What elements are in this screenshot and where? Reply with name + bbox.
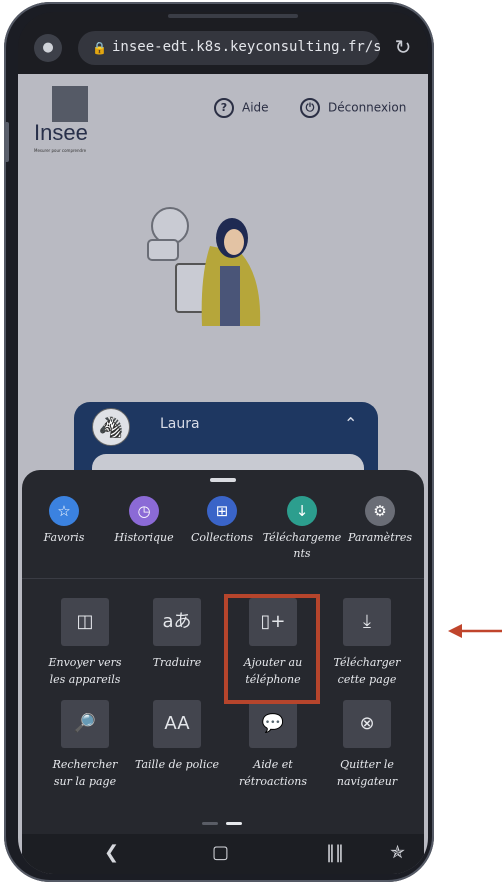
tile-send-to-devices[interactable]: ◫ Envoyer vers les appareils <box>38 598 132 688</box>
quick-action-favorites[interactable]: ☆ Favoris <box>24 496 104 546</box>
recents-icon[interactable]: ‖‖ <box>326 842 344 863</box>
translate-icon: aあ <box>153 598 201 646</box>
accessibility-icon[interactable]: ✯ <box>390 842 405 863</box>
insee-logo: Insee Mesurer pour comprendre <box>34 84 92 154</box>
collections-icon: ⊞ <box>207 496 237 526</box>
font-size-icon: AA <box>153 700 201 748</box>
tile-exit-browser[interactable]: ⊗ Quitter le navigateur <box>320 700 414 790</box>
tile-label: Envoyer vers les appareils <box>48 656 122 686</box>
page-dot <box>202 822 218 825</box>
quick-action-label: Téléchargeme nts <box>262 531 342 560</box>
tile-help-feedback[interactable]: 💬 Aide et rétroactions <box>226 700 320 790</box>
browser-toolbar: ● 🔒 insee-edt.k8s.keyconsulting.fr/surve… <box>18 24 428 74</box>
help-label: Aide <box>242 100 269 115</box>
logout-label: Déconnexion <box>328 100 407 115</box>
settings-icon: ⚙ <box>365 496 395 526</box>
chevron-up-icon[interactable]: ⌃ <box>344 414 357 433</box>
system-navbar: ❮ ▢ ‖‖ ✯ <box>22 834 424 874</box>
send-devices-icon: ◫ <box>61 598 109 646</box>
zebra-avatar-icon: 🦓 <box>92 408 130 446</box>
tile-label: Taille de police <box>134 758 220 771</box>
phone-frame: ● 🔒 insee-edt.k8s.keyconsulting.fr/surve… <box>4 2 434 882</box>
tile-label: Aide et rétroactions <box>238 758 308 788</box>
tile-label: Traduire <box>152 656 202 669</box>
tile-label: Rechercher sur la page <box>52 758 118 788</box>
find-in-page-icon: 🔎 <box>61 700 109 748</box>
back-icon[interactable]: ❮ <box>104 842 119 863</box>
quick-action-label: Paramètres <box>347 531 413 544</box>
tile-find-in-page[interactable]: 🔎 Rechercher sur la page <box>38 700 132 790</box>
reload-icon[interactable]: ↻ <box>388 32 418 62</box>
power-icon: ⏻ <box>300 98 320 118</box>
quick-action-collections[interactable]: ⊞ Collections <box>182 496 262 546</box>
quick-action-label: Collections <box>190 531 254 544</box>
highlight-box <box>224 594 320 704</box>
phone-screen: ● 🔒 insee-edt.k8s.keyconsulting.fr/surve… <box>18 12 428 874</box>
quick-action-history[interactable]: ◷ Historique <box>104 496 184 546</box>
tile-translate[interactable]: aあ Traduire <box>130 598 224 671</box>
url-text: insee-edt.k8s.keyconsulting.fr/surve <box>112 39 380 55</box>
logo-mark <box>52 86 88 122</box>
volume-button <box>4 122 9 162</box>
star-icon: ☆ <box>49 496 79 526</box>
account-icon[interactable]: ● <box>34 34 62 62</box>
lock-icon: 🔒 <box>92 41 107 55</box>
help-link[interactable]: ? Aide <box>214 98 269 120</box>
page-indicator <box>202 810 250 829</box>
download-icon: ↓ <box>287 496 317 526</box>
home-icon[interactable]: ▢ <box>212 842 229 863</box>
quick-action-settings[interactable]: ⚙ Paramètres <box>340 496 420 546</box>
divider <box>22 578 424 579</box>
tile-label: Quitter le navigateur <box>336 758 398 788</box>
pointer-arrow-icon <box>448 624 502 638</box>
exit-icon: ⊗ <box>343 700 391 748</box>
tile-label: Télécharger cette page <box>333 656 401 686</box>
logout-link[interactable]: ⏻ Déconnexion <box>300 98 406 120</box>
quick-action-label: Historique <box>114 531 174 544</box>
download-page-icon: ⤓ <box>343 598 391 646</box>
quick-action-label: Favoris <box>43 531 85 544</box>
woman-illustration <box>147 207 261 326</box>
drag-handle[interactable] <box>210 478 236 482</box>
quick-action-downloads[interactable]: ↓ Téléchargeme nts <box>262 496 342 562</box>
address-bar[interactable]: 🔒 insee-edt.k8s.keyconsulting.fr/surve <box>78 31 380 65</box>
browser-menu-sheet: ☆ Favoris ◷ Historique ⊞ Collections ↓ T… <box>22 470 424 874</box>
tile-font-size[interactable]: AA Taille de police <box>130 700 224 773</box>
user-name: Laura <box>160 416 200 432</box>
logo-subtitle: Mesurer pour comprendre <box>34 148 87 153</box>
feedback-icon: 💬 <box>249 700 297 748</box>
page-dot-active <box>226 822 242 825</box>
logo-text: Insee <box>34 120 88 145</box>
speaker-grille <box>168 14 298 18</box>
tile-download-page[interactable]: ⤓ Télécharger cette page <box>320 598 414 688</box>
help-icon: ? <box>214 98 234 118</box>
history-icon: ◷ <box>129 496 159 526</box>
